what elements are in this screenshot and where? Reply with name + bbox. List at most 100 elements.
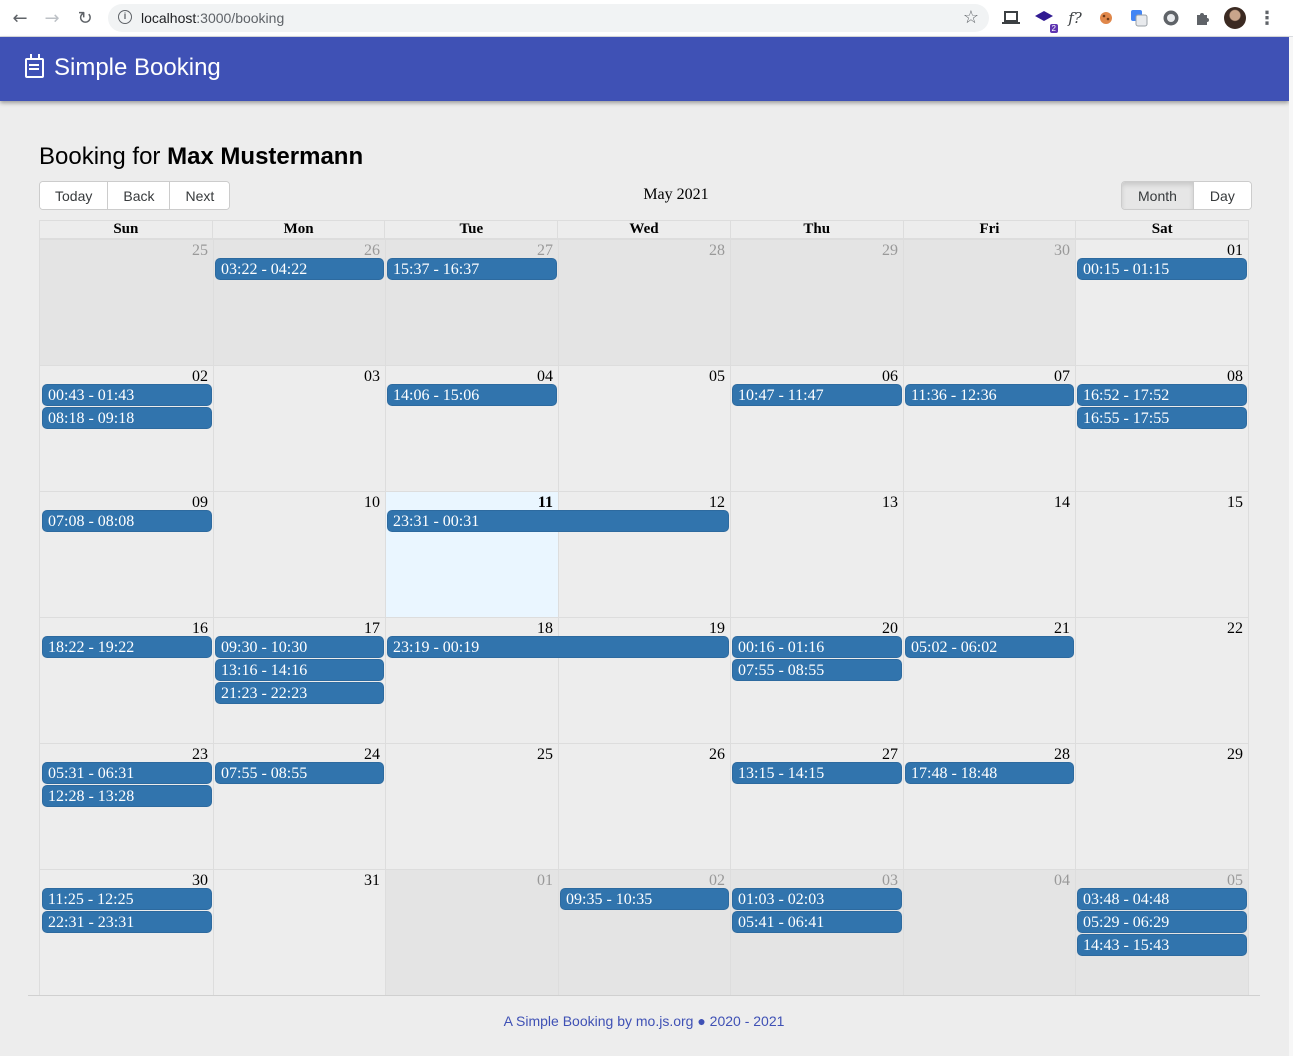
date-number[interactable]: 01	[537, 872, 553, 890]
weekday-mon: Mon	[211, 221, 385, 238]
booking-event[interactable]: 13:16 - 14:16	[215, 659, 384, 681]
booking-event[interactable]: 07:08 - 08:08	[42, 510, 212, 532]
profile-avatar[interactable]	[1224, 7, 1246, 29]
booking-event[interactable]: 11:25 - 12:25	[42, 888, 212, 910]
month-view-button[interactable]: Month	[1122, 182, 1194, 209]
date-number[interactable]: 25	[537, 746, 553, 764]
calendar-day-cell[interactable]: 13	[730, 491, 903, 617]
date-number[interactable]: 10	[364, 494, 380, 512]
app-title[interactable]: Simple Booking	[54, 54, 221, 82]
date-number[interactable]: 29	[1227, 746, 1243, 764]
date-number[interactable]: 05	[709, 368, 725, 386]
booking-event[interactable]: 07:55 - 08:55	[732, 659, 902, 681]
calendar-day-cell[interactable]: 10	[213, 491, 385, 617]
reload-icon[interactable]: ↻	[73, 6, 97, 30]
url-text[interactable]: localhost:3000/booking	[141, 10, 284, 26]
booking-event[interactable]: 05:41 - 06:41	[732, 911, 902, 933]
laptop-icon[interactable]	[1000, 7, 1022, 29]
calendar-day-cell[interactable]: 31	[213, 869, 385, 995]
date-number[interactable]: 15	[1227, 494, 1243, 512]
today-button[interactable]: Today	[40, 182, 109, 209]
calendar-day-cell[interactable]: 14	[903, 491, 1075, 617]
date-number[interactable]: 28	[709, 242, 725, 260]
booking-event[interactable]: 03:48 - 04:48	[1077, 888, 1247, 910]
booking-event[interactable]: 00:15 - 01:15	[1077, 258, 1247, 280]
page-scrollbar[interactable]	[1289, 37, 1293, 1056]
date-number[interactable]: 30	[1054, 242, 1070, 260]
calendar-day-cell[interactable]: 28	[558, 239, 730, 365]
formula-extension-icon[interactable]: f?	[1064, 7, 1086, 29]
back-arrow-icon[interactable]: ←	[8, 6, 32, 30]
next-button[interactable]: Next	[170, 182, 230, 209]
booking-event[interactable]: 16:52 - 17:52	[1077, 384, 1247, 406]
booking-event[interactable]: 17:48 - 18:48	[905, 762, 1074, 784]
booking-event[interactable]: 00:43 - 01:43	[42, 384, 212, 406]
booking-event[interactable]: 16:55 - 17:55	[1077, 407, 1247, 429]
calendar-day-cell[interactable]: 30	[903, 239, 1075, 365]
translate-extension-icon[interactable]	[1128, 7, 1150, 29]
booking-event[interactable]: 00:16 - 01:16	[732, 636, 902, 658]
booking-event[interactable]: 21:23 - 22:23	[215, 682, 384, 704]
date-number[interactable]: 03	[364, 368, 380, 386]
globe-extension-icon[interactable]	[1160, 7, 1182, 29]
weekday-sat: Sat	[1075, 221, 1248, 238]
calendar-day-cell[interactable]: 29	[1075, 743, 1248, 869]
booking-event[interactable]: 11:36 - 12:36	[905, 384, 1074, 406]
booking-event[interactable]: 13:15 - 14:15	[732, 762, 902, 784]
booking-event[interactable]: 22:31 - 23:31	[42, 911, 212, 933]
site-info-icon[interactable]: i	[118, 10, 132, 24]
browser-toolbar: ← → ↻ i localhost:3000/booking ☆ 2 f? ⋮	[0, 0, 1293, 37]
date-number[interactable]: 31	[364, 872, 380, 890]
calendar-day-cell[interactable]: 25	[385, 743, 558, 869]
booking-event[interactable]: 08:18 - 09:18	[42, 407, 212, 429]
date-number[interactable]: 26	[709, 746, 725, 764]
booking-event[interactable]: 23:19 - 00:19	[387, 636, 729, 658]
booking-event[interactable]: 18:22 - 19:22	[42, 636, 212, 658]
browser-menu-icon[interactable]: ⋮	[1255, 6, 1279, 30]
date-number[interactable]: 22	[1227, 620, 1243, 638]
booking-event[interactable]: 14:43 - 15:43	[1077, 934, 1247, 956]
footer-text[interactable]: A Simple Booking by mo.js.org ● 2020 - 2…	[0, 1013, 1288, 1029]
day-view-button[interactable]: Day	[1193, 182, 1251, 209]
calendar-day-cell[interactable]: 04	[903, 869, 1075, 995]
bookmark-star-icon[interactable]: ☆	[963, 7, 979, 28]
calendar-day-cell[interactable]: 01	[385, 869, 558, 995]
calendar-day-cell[interactable]: 05	[558, 365, 730, 491]
booking-event[interactable]: 05:29 - 06:29	[1077, 911, 1247, 933]
formula-extension-label: f?	[1068, 9, 1082, 27]
view-button-group: Month Day	[1121, 181, 1252, 210]
booking-event[interactable]: 09:35 - 10:35	[560, 888, 729, 910]
extension-graduation-icon[interactable]: 2	[1033, 7, 1058, 33]
address-bar[interactable]: i localhost:3000/booking ☆	[108, 4, 989, 32]
booking-event[interactable]: 23:31 - 00:31	[387, 510, 729, 532]
booking-event[interactable]: 15:37 - 16:37	[387, 258, 557, 280]
puzzle-extensions-icon[interactable]	[1192, 7, 1214, 29]
forward-arrow-icon[interactable]: →	[40, 6, 64, 30]
date-number[interactable]: 29	[882, 242, 898, 260]
calendar-day-cell[interactable]: 22	[1075, 617, 1248, 743]
calendar-day-cell[interactable]: 29	[730, 239, 903, 365]
booking-event[interactable]: 05:02 - 06:02	[905, 636, 1074, 658]
month-label: May 2021	[643, 186, 709, 203]
booking-event[interactable]: 09:30 - 10:30	[215, 636, 384, 658]
calendar-day-cell[interactable]: 15	[1075, 491, 1248, 617]
booking-event[interactable]: 12:28 - 13:28	[42, 785, 212, 807]
footer-divider	[28, 995, 1260, 996]
user-name: Max Mustermann	[167, 143, 364, 170]
calendar-day-cell[interactable]: 25	[40, 239, 213, 365]
booking-event[interactable]: 05:31 - 06:31	[42, 762, 212, 784]
back-button[interactable]: Back	[108, 182, 171, 209]
booking-event[interactable]: 03:22 - 04:22	[215, 258, 384, 280]
date-number[interactable]: 13	[882, 494, 898, 512]
date-number[interactable]: 14	[1054, 494, 1070, 512]
url-path: :3000/booking	[196, 10, 285, 26]
calendar-day-cell[interactable]: 26	[558, 743, 730, 869]
date-number[interactable]: 04	[1054, 872, 1070, 890]
booking-event[interactable]: 07:55 - 08:55	[215, 762, 384, 784]
booking-event[interactable]: 01:03 - 02:03	[732, 888, 902, 910]
cookie-extension-icon[interactable]	[1095, 7, 1117, 29]
calendar-day-cell[interactable]: 03	[213, 365, 385, 491]
booking-event[interactable]: 10:47 - 11:47	[732, 384, 902, 406]
date-number[interactable]: 25	[192, 242, 208, 260]
booking-event[interactable]: 14:06 - 15:06	[387, 384, 557, 406]
